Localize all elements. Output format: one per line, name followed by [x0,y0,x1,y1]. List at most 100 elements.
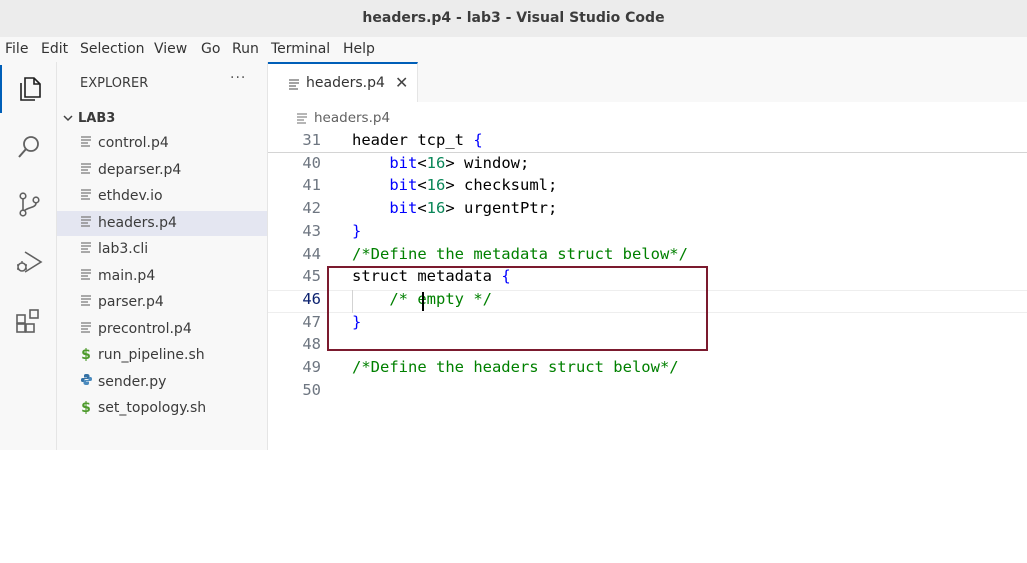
breadcrumb[interactable]: headers.p4 [296,108,390,128]
menu-go[interactable]: Go [201,40,220,59]
window-title: headers.p4 - lab3 - Visual Studio Code [0,0,1027,37]
explorer-panel: EXPLORER ··· LAB3 control.p4 deparser.p4 e… [57,62,268,450]
menu-run[interactable]: Run [232,40,259,59]
code-token: { [473,131,483,149]
code-token: < [417,176,427,195]
line-number: 46 [302,289,321,308]
line-number: 50 [302,380,321,399]
activity-bar [0,62,57,450]
code-token: bit [389,176,418,195]
line-number: 41 [302,176,321,195]
file-item[interactable]: sender.py [57,370,267,395]
code-text: header tcp_t { [352,129,483,152]
tab-headers-p4[interactable]: headers.p4 ✕ [268,62,418,102]
code-line: 40 bit<16> window; [268,152,1027,175]
file-lines-icon [79,240,93,258]
code-token: /*Define the headers struct below*/ [352,358,679,376]
file-label: run_pipeline.sh [98,347,205,363]
code-text: /*Define the headers struct below*/ [352,356,679,379]
file-item[interactable]: control.p4 [57,131,267,156]
menu-view[interactable]: View [154,40,187,59]
code-token: bit [389,153,418,172]
chevron-down-icon [63,115,73,122]
code-line: 41 bit<16> checksuml; [268,174,1027,197]
code-token: header tcp_t [352,131,474,149]
file-item[interactable]: main.p4 [57,264,267,289]
search-icon[interactable] [0,123,57,171]
code-token: } [352,221,362,240]
code-token: 16 [426,199,446,218]
file-label: main.p4 [98,267,156,284]
shell-file-icon: $ [81,400,91,416]
file-item[interactable]: deparser.p4 [57,158,267,183]
extensions-icon[interactable] [0,297,57,345]
file-lines-icon [79,134,93,152]
tab-bar: headers.p4 ✕ [268,62,1027,102]
more-actions-icon[interactable]: ··· [230,70,246,86]
file-item[interactable]: lab3.cli [57,237,267,262]
menu-file[interactable]: File [5,40,28,59]
code-token: bit [389,199,418,218]
annotation-box [327,266,708,351]
code-text: /*Define the metadata struct below*/ [352,243,688,266]
file-lines-icon [79,267,93,285]
file-label: deparser.p4 [98,161,182,178]
code-token: < [417,153,427,172]
line-number: 31 [302,131,321,149]
file-label: set_topology.sh [98,400,207,416]
line-number: 40 [302,153,321,172]
file-label: headers.p4 [98,214,177,231]
menu-bar: File Edit Selection View Go Run Terminal… [0,37,1027,62]
menu-terminal[interactable]: Terminal [271,40,330,59]
source-control-icon[interactable] [0,180,57,228]
code-line: 49 /*Define the headers struct below*/ [268,356,1027,379]
line-number: 44 [302,244,321,263]
file-label: sender.py [98,373,167,390]
file-lines-icon [79,214,93,232]
file-item[interactable]: headers.p4 [57,210,267,236]
code-text: } [352,220,361,243]
code-line: 43} [268,220,1027,243]
code-token: > window; [445,153,530,172]
code-token: > checksuml; [445,176,558,195]
line-number: 42 [302,199,321,218]
tab-label: headers.p4 [306,75,385,91]
menu-selection[interactable]: Selection [80,40,145,59]
file-item[interactable]: parser.p4 [57,290,267,315]
code-token: 16 [426,153,446,172]
file-lines-icon [79,161,93,179]
line-number: 47 [302,312,321,331]
file-item[interactable]: $ set_topology.sh [57,396,267,421]
menu-edit[interactable]: Edit [41,40,68,59]
close-icon[interactable]: ✕ [395,73,408,92]
code-line: 50 [268,379,1027,402]
file-label: precontrol.p4 [98,320,192,337]
menu-help[interactable]: Help [343,40,375,59]
line-number: 45 [302,267,321,286]
file-label: lab3.cli [98,241,149,257]
code-text: bit<16> urgentPtr; [352,197,557,220]
code-text: bit<16> checksuml; [352,174,557,197]
code-line: 31 header tcp_t { [268,129,1027,152]
line-number: 43 [302,221,321,240]
code-token: < [417,199,427,218]
file-item[interactable]: precontrol.p4 [57,317,267,342]
file-label: ethdev.io [98,188,163,204]
file-lines-icon [289,79,299,90]
file-item[interactable]: $ run_pipeline.sh [57,343,267,368]
code-token: > urgentPtr; [445,199,558,218]
folder-lab3[interactable]: LAB3 [62,108,115,128]
code-text: bit<16> window; [352,152,529,175]
file-lines-icon [297,113,307,124]
explorer-title: EXPLORER [80,76,149,91]
code-line: 42 bit<16> urgentPtr; [268,197,1027,220]
file-lines-icon [79,320,93,338]
shell-file-icon: $ [81,347,91,363]
explorer-icon[interactable] [0,65,57,113]
file-lines-icon [79,187,93,205]
run-debug-icon[interactable] [0,238,57,286]
line-number: 49 [302,358,321,376]
file-item[interactable]: ethdev.io [57,184,267,209]
